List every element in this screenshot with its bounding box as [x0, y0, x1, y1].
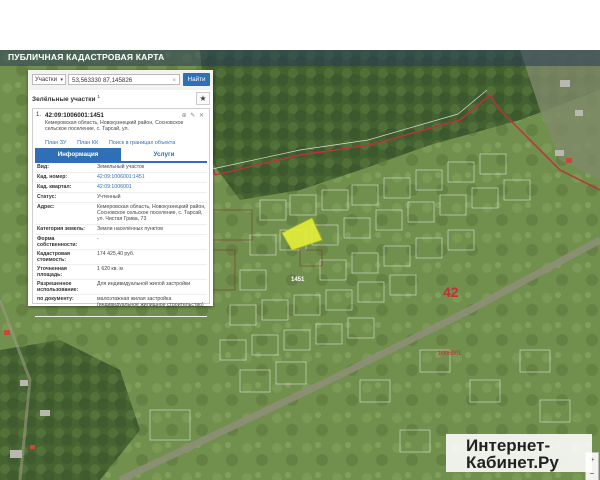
- selected-parcel-label: 1451: [291, 277, 305, 283]
- watermark-line2: Кабинет.Ру: [466, 453, 559, 472]
- object-type-select[interactable]: Участки ▾: [32, 74, 66, 85]
- favorite-star-icon[interactable]: ★: [196, 92, 210, 105]
- app-title: ПУБЛИЧНАЯ КАДАСТРОВАЯ КАРТА: [8, 52, 165, 62]
- search-panel: Участки ▾ 53,563330 87,145826 × Найти Зе…: [28, 70, 213, 317]
- search-bar: Участки ▾ 53,563330 87,145826 × Найти: [28, 70, 213, 90]
- tab-services[interactable]: Услуги: [121, 148, 207, 161]
- plan-zu-link[interactable]: План ЗУ: [45, 140, 67, 146]
- field-row: Кадастровая стоимость: 174 425,40 руб.: [35, 250, 207, 265]
- field-key: Уточненная площадь:: [37, 266, 67, 278]
- field-value: Кемеровская область, Новокузнецкий район…: [97, 204, 206, 222]
- search-query: 53,563330 87,145826: [72, 77, 133, 84]
- quarter-number-label: 42: [443, 284, 459, 300]
- field-value: 174 425,40 руб.: [97, 251, 135, 257]
- field-row: Вид: Земельный участок: [35, 163, 207, 173]
- object-type-value: Участки: [35, 77, 57, 83]
- field-key: по документу:: [37, 296, 74, 302]
- parcel-address: Кемеровская область, Новокузнецкий район…: [45, 120, 184, 133]
- field-key: Кад. квартал:: [37, 184, 72, 190]
- field-row: Кад. квартал: 42:09:1006001: [35, 183, 207, 193]
- field-value: -: [97, 236, 99, 242]
- watermark-line1: Интернет-: [466, 436, 551, 455]
- field-key: Статус:: [37, 194, 57, 200]
- field-row: Форма собственности: -: [35, 235, 207, 250]
- parcel-card: 1. 42:09:1006001:1451 ⊕ ✎ ✕ Кемеровская …: [32, 108, 210, 317]
- field-key: Форма собственности:: [37, 236, 78, 248]
- results-title: Зелёльные участки: [32, 96, 96, 104]
- tab-info[interactable]: Информация: [35, 148, 121, 161]
- chevron-down-icon: ▾: [60, 77, 63, 83]
- field-row: Категория земель: Земли населённых пункто…: [35, 225, 207, 235]
- field-row: Разрешенное использование: Для индивидуал…: [35, 280, 207, 295]
- search-input[interactable]: 53,563330 87,145826 ×: [68, 74, 180, 85]
- watermark: Интернет- Кабинет.Ру: [446, 434, 592, 472]
- field-key: Категория земель:: [37, 226, 85, 232]
- parcel-tabs: Информация Услуги: [35, 148, 207, 163]
- zone-label: 1006001: [438, 351, 462, 357]
- results-header: Зелёльные участки 1: [32, 94, 100, 103]
- field-row: Кад. номер: 42:09:1006001:1451: [35, 173, 207, 183]
- clear-icon[interactable]: ×: [172, 75, 176, 86]
- parcel-links: План ЗУ План КК Поиск в границах объекта: [45, 140, 184, 146]
- search-in-bounds-link[interactable]: Поиск в границах объекта: [109, 140, 175, 146]
- field-key: Кад. номер:: [37, 174, 68, 180]
- field-value: малоэтажная жилая застройка (индивидуаль…: [97, 296, 204, 308]
- field-row: Уточненная площадь: 1 620 кв. м: [35, 265, 207, 280]
- field-value: Земли населённых пунктов: [97, 226, 163, 232]
- field-row: по документу: малоэтажная жилая застройка…: [35, 295, 207, 317]
- parcel-number: 42:09:1006001:1451: [45, 112, 104, 119]
- results-count: 1: [97, 94, 100, 99]
- parcel-fields: Вид: Земельный участок Кад. номер: 42:09:1…: [35, 163, 207, 317]
- field-key: Разрешенное использование:: [37, 281, 79, 293]
- field-key: Кадастровая стоимость:: [37, 251, 71, 263]
- find-button[interactable]: Найти: [183, 73, 210, 86]
- field-row: Статус: Учтенный: [35, 193, 207, 203]
- field-value-link[interactable]: 42:09:1006001: [97, 184, 207, 190]
- app-header: ПУБЛИЧНАЯ КАДАСТРОВАЯ КАРТА: [0, 50, 600, 66]
- field-value: Земельный участок: [97, 164, 145, 170]
- plan-kk-link[interactable]: План КК: [77, 140, 98, 146]
- parcel-tools-icons[interactable]: ⊕ ✎ ✕: [182, 112, 205, 119]
- field-value: Для индивидуальной жилой застройки: [97, 281, 191, 287]
- field-value-link[interactable]: 42:09:1006001:1451: [97, 174, 207, 180]
- parcel-index: 1.: [36, 112, 42, 118]
- field-key: Вид:: [37, 164, 49, 170]
- field-value: Учтенный: [97, 194, 121, 200]
- field-value: 1 620 кв. м: [97, 266, 123, 272]
- field-row: Адрес: Кемеровская область, Новокузнецкий…: [35, 203, 207, 225]
- field-key: Адрес:: [37, 204, 55, 210]
